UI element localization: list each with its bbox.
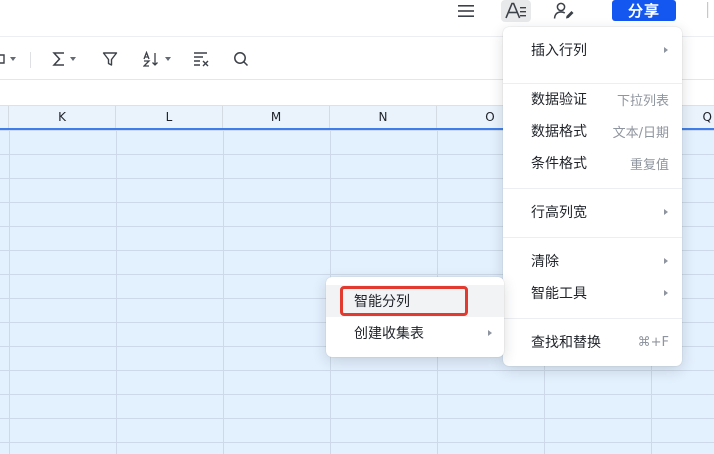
menu-item-smart-tools[interactable]: 智能工具 — [503, 277, 682, 309]
menu-divider — [503, 237, 682, 238]
person-edit-icon[interactable] — [552, 0, 576, 22]
menu-item-clear[interactable]: 清除 — [503, 245, 682, 277]
menu-item-label: 查找和替换 — [531, 335, 601, 351]
clear-format-icon — [194, 52, 209, 67]
column-header-m[interactable]: M — [223, 106, 330, 128]
clear-format-button[interactable] — [193, 47, 211, 71]
annotation-highlight-box — [340, 286, 468, 316]
menu-item-label: 清除 — [531, 254, 559, 270]
menu-item-create-form[interactable]: 创建收集表 — [326, 317, 504, 349]
chevron-right-icon — [664, 209, 668, 215]
column-header-k[interactable]: K — [9, 106, 116, 128]
menu-item-label: 创建收集表 — [354, 326, 424, 342]
menu-item-label: 行高列宽 — [531, 205, 587, 221]
menu-item-insert-row-column[interactable]: 插入行列 — [503, 34, 682, 66]
menu-item-hint: 下拉列表 — [616, 93, 669, 109]
menu-item-label: 条件格式 — [531, 156, 587, 172]
share-button[interactable]: 分享 — [612, 0, 676, 21]
panel-edge-icon — [706, 0, 714, 20]
menu-item-find-replace[interactable]: 查找和替换 ⌘+F — [503, 326, 682, 358]
menu-divider — [503, 318, 682, 319]
grid-column-line — [116, 130, 117, 454]
filter-icon — [102, 52, 118, 66]
grid-column-line — [223, 130, 224, 454]
menu-item-label: 数据验证 — [531, 92, 587, 108]
sort-icon — [143, 51, 158, 67]
grid-column-line — [9, 130, 10, 454]
shortcut-hint: ⌘+F — [637, 334, 669, 350]
menu-item-conditional-format[interactable]: 条件格式 重复值 — [503, 147, 682, 179]
menu-item-hint: 文本/日期 — [612, 125, 669, 141]
search-icon — [234, 52, 249, 67]
column-header-partial[interactable] — [0, 106, 9, 128]
font-style-icon[interactable] — [501, 0, 531, 22]
menu-item-data-format[interactable]: 数据格式 文本/日期 — [503, 115, 682, 147]
chevron-right-icon — [488, 330, 492, 336]
chevron-down-icon — [165, 57, 171, 61]
menu-item-hint: 重复值 — [629, 157, 669, 173]
search-button[interactable] — [233, 47, 249, 71]
column-header-n[interactable]: N — [330, 106, 437, 128]
menu-item-row-height-column-width[interactable]: 行高列宽 — [503, 196, 682, 228]
menu-item-label: 数据格式 — [531, 124, 587, 140]
chevron-down-icon — [10, 57, 16, 61]
chevron-right-icon — [664, 47, 668, 53]
chevron-right-icon — [664, 290, 668, 296]
sum-button[interactable] — [52, 47, 76, 71]
menu-icon[interactable] — [455, 0, 477, 22]
chevron-right-icon — [664, 258, 668, 264]
sum-icon — [52, 52, 64, 66]
toolbar-partial-item[interactable] — [0, 47, 16, 71]
toolbar-divider — [30, 52, 31, 68]
column-header-l[interactable]: L — [116, 106, 223, 128]
sort-button[interactable] — [143, 47, 171, 71]
menu-divider — [503, 188, 682, 189]
chevron-down-icon — [70, 57, 76, 61]
format-dropdown-menu: 插入行列 数据验证 下拉列表 数据格式 文本/日期 条件格式 重复值 行高列宽 … — [503, 27, 682, 366]
menu-item-label: 智能工具 — [531, 286, 587, 302]
menu-item-data-validation[interactable]: 数据验证 下拉列表 — [503, 83, 682, 115]
filter-button[interactable] — [102, 47, 118, 71]
menu-item-label: 插入行列 — [531, 43, 587, 59]
